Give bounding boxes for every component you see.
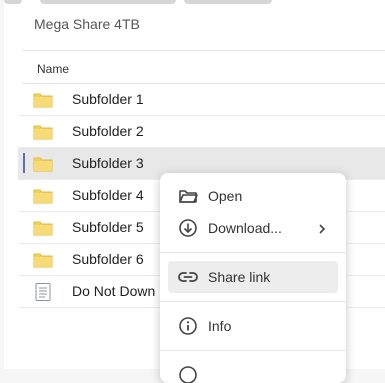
circle-icon — [178, 365, 198, 383]
folder-icon — [33, 186, 53, 206]
menu-item-label: Open — [208, 188, 243, 204]
file-name: Subfolder 2 — [72, 123, 144, 139]
document-icon — [33, 282, 53, 302]
folder-icon — [33, 250, 53, 270]
file-name: Subfolder 5 — [72, 219, 144, 235]
file-name: Subfolder 3 — [72, 155, 144, 171]
folder-icon — [33, 154, 53, 174]
download-icon — [178, 218, 198, 238]
menu-item-open[interactable]: Open — [168, 180, 338, 212]
top-tab-1[interactable] — [40, 0, 176, 4]
folder-icon — [33, 122, 53, 142]
file-name: Subfolder 6 — [72, 251, 144, 267]
folder-icon — [33, 218, 53, 238]
file-name: Subfolder 1 — [72, 91, 144, 107]
info-icon — [178, 316, 198, 336]
folder-open-icon — [178, 186, 198, 206]
file-row-subfolder-1[interactable]: Subfolder 1 — [18, 84, 385, 116]
column-header-name[interactable]: Name — [37, 62, 69, 76]
chevron-right-icon — [316, 222, 328, 234]
selection-indicator — [23, 153, 25, 173]
folder-icon — [33, 90, 53, 110]
header-divider — [22, 50, 385, 51]
file-name: Do Not Down — [72, 283, 156, 299]
file-name: Subfolder 4 — [72, 187, 144, 203]
context-menu: Open Download... Share link Info — [160, 173, 346, 383]
menu-item-download[interactable]: Download... — [168, 212, 338, 244]
menu-item-label: Info — [208, 318, 232, 334]
top-tab-2[interactable] — [184, 0, 272, 4]
breadcrumb[interactable]: Mega Share 4TB — [34, 16, 140, 32]
menu-divider — [160, 350, 346, 351]
menu-item-label: Share link — [208, 269, 271, 285]
menu-divider — [160, 252, 346, 253]
link-icon — [178, 267, 198, 287]
menu-divider — [160, 301, 346, 302]
menu-item-info[interactable]: Info — [168, 310, 338, 342]
menu-item-share-link[interactable]: Share link — [168, 261, 338, 293]
menu-item-partial[interactable] — [168, 359, 338, 383]
file-row-subfolder-2[interactable]: Subfolder 2 — [18, 116, 385, 148]
top-tab-left[interactable] — [4, 0, 22, 4]
menu-item-label: Download... — [208, 220, 282, 236]
